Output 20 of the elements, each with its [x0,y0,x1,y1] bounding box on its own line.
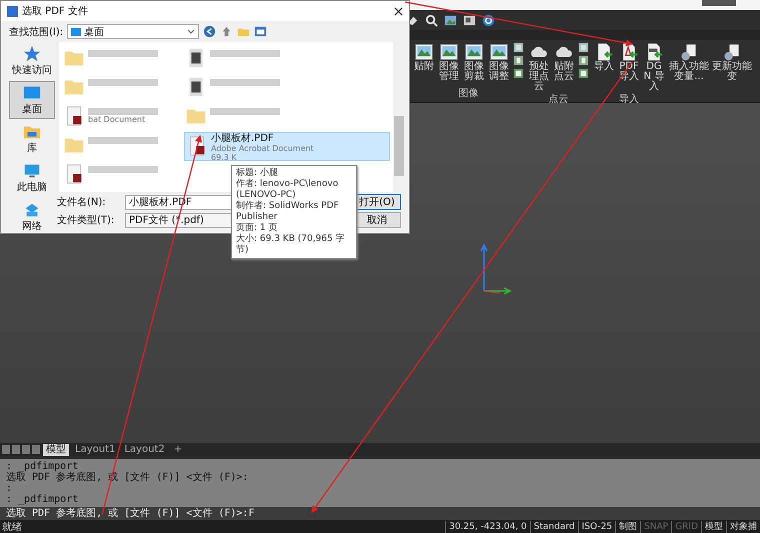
file-type: Adobe Acrobat Document [211,144,314,153]
file-name: 小腿板材.PDF [211,134,275,144]
tooltip-line: 标题: 小腿 [236,168,279,178]
file-size: 69.3 K [211,153,238,162]
tooltip-line: 页面: 1 页 [236,223,278,234]
dialog-title: 选取 PDF 文件 [22,4,89,18]
command-history-line: : _pdfimport [6,461,78,472]
tooltip-line: 制作者: SolidWorks PDF Publisher [236,201,340,223]
command-history-line: : [6,483,14,494]
status-message: 就绪 [1,520,22,533]
file-name-label: 文件名(N): [57,196,107,209]
tooltip-line: 作者: lenovo-PC\lenovo (LENOVO-PC) [236,179,340,200]
command-history-line: : _pdfimport [6,494,80,505]
panel-title: 图像 [458,87,478,100]
file-type-label: 文件类型(T): [57,214,116,227]
panel-title: 点云 [548,92,568,106]
look-in-label: 查找范围(I): [9,26,64,38]
panel-title: 导入 [619,92,639,106]
file-type: bat Document [88,115,146,124]
tooltip-line: 大小: 69.3 KB (70,965 字节) [236,234,346,256]
